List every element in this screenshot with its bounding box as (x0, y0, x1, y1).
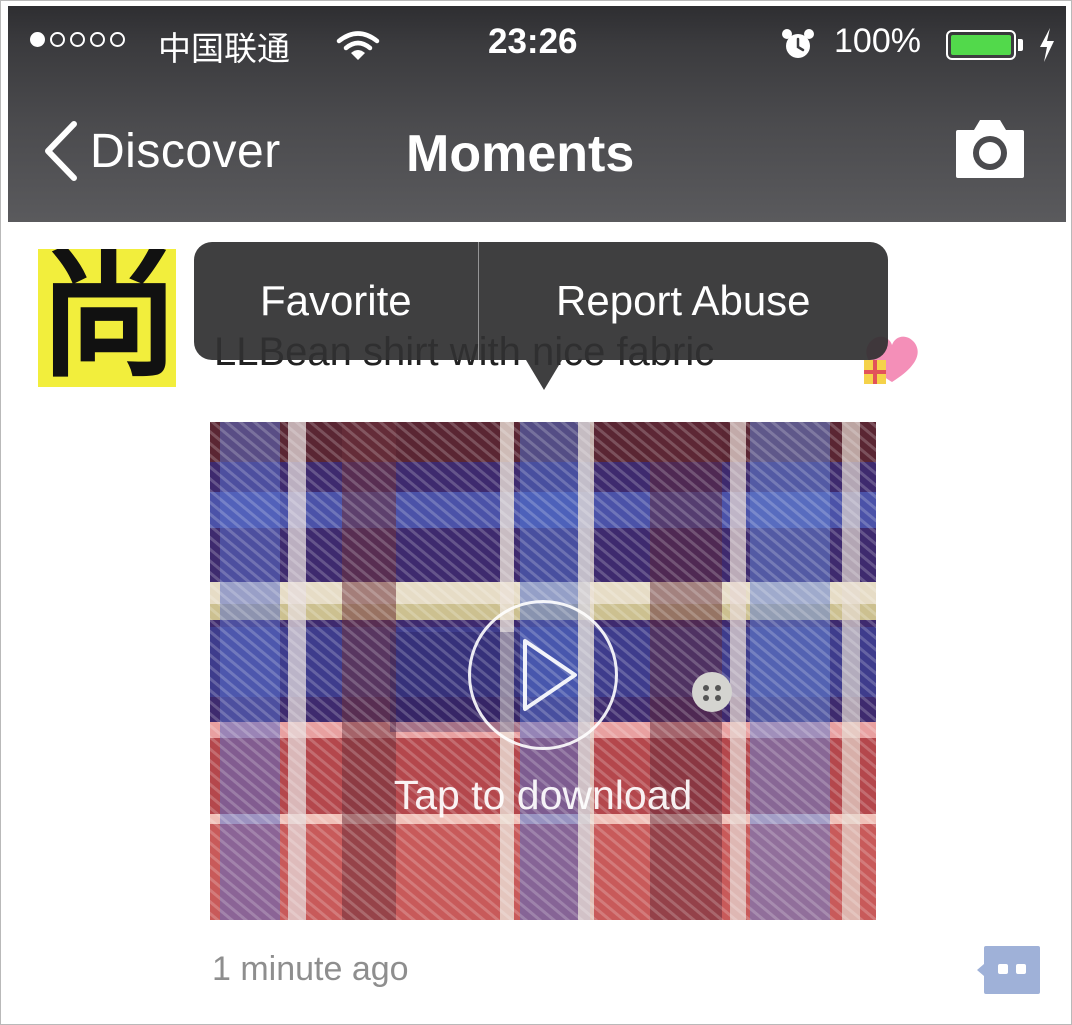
carrier-name: 中国联通 (158, 29, 290, 68)
play-button[interactable] (468, 600, 618, 750)
post-action-popup: Favorite Report Abuse (194, 242, 888, 360)
favorite-button[interactable]: Favorite (194, 242, 479, 360)
status-time: 23:26 (488, 22, 578, 61)
battery-icon (946, 30, 1016, 60)
comment-icon[interactable] (976, 944, 1042, 996)
battery-percent: 100% (834, 22, 921, 60)
top-bar: 中国联通 23:26 100% Discover Moments (8, 6, 1066, 222)
camera-icon[interactable] (952, 112, 1028, 184)
video-download-hint: Tap to download (393, 772, 693, 818)
video-thumbnail[interactable]: Tap to download (210, 422, 876, 920)
back-button[interactable]: Discover (38, 116, 281, 186)
avatar[interactable]: 尚 (38, 249, 176, 387)
post-timestamp: 1 minute ago (212, 950, 409, 988)
navigation-bar: Discover Moments (8, 82, 1066, 222)
report-abuse-button[interactable]: Report Abuse (479, 242, 888, 360)
alarm-icon (782, 29, 814, 58)
charging-bolt-icon (1040, 28, 1054, 62)
play-icon (523, 639, 577, 711)
status-bar: 中国联通 23:26 100% (8, 6, 1066, 82)
wifi-icon (336, 31, 380, 60)
back-label: Discover (90, 124, 281, 178)
page-title: Moments (406, 125, 635, 183)
chevron-left-icon (45, 121, 77, 181)
signal-strength-icon (30, 32, 125, 47)
avatar-text: 尚 (38, 249, 176, 387)
popup-pointer (526, 360, 562, 390)
battery-tip (1018, 39, 1023, 51)
